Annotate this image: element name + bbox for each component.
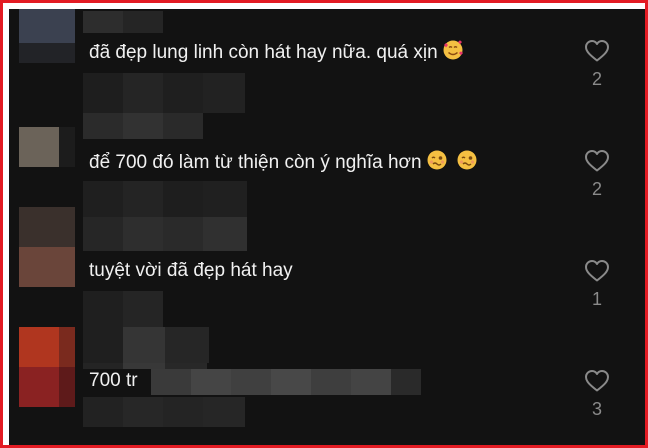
- comment-text-body: 700 tr: [89, 370, 138, 391]
- woozy-face-icon: [456, 149, 478, 178]
- like-count: 1: [591, 289, 602, 309]
- blurred-reply-preview: [83, 181, 247, 251]
- comment-text-body: tuyệt vời đã đẹp hát hay: [89, 260, 293, 281]
- like-button[interactable]: 1: [579, 259, 615, 309]
- like-button[interactable]: 2: [579, 39, 615, 89]
- comment-text-body: để 700 đó làm từ thiện còn ý nghĩa hơn: [89, 152, 422, 173]
- comment-text: để 700 đó làm từ thiện còn ý nghĩa hơn: [89, 149, 478, 178]
- like-count: 2: [591, 179, 602, 199]
- like-count: 3: [591, 399, 602, 419]
- blurred-reply-preview: [83, 397, 245, 427]
- smiling-face-with-hearts-icon: [442, 39, 464, 68]
- like-button[interactable]: 3: [579, 369, 615, 419]
- comment-text: 700 tr: [89, 369, 138, 393]
- like-count: 2: [591, 69, 602, 89]
- comment-list: đã đẹp lung linh còn hát hay nữa. quá xị…: [9, 9, 645, 445]
- comment-text: đã đẹp lung linh còn hát hay nữa. quá xị…: [89, 39, 464, 68]
- like-button[interactable]: 2: [579, 149, 615, 199]
- heart-icon: [585, 150, 609, 172]
- avatar[interactable]: [19, 9, 75, 63]
- avatar[interactable]: [19, 327, 75, 407]
- heart-icon: [585, 40, 609, 62]
- blurred-username: [83, 327, 209, 363]
- woozy-face-icon: [426, 149, 448, 178]
- blurred-text: [151, 369, 421, 395]
- avatar[interactable]: [19, 127, 75, 167]
- comment-text: tuyệt vời đã đẹp hát hay: [89, 259, 293, 283]
- heart-icon: [585, 260, 609, 282]
- blurred-reply-preview: [83, 73, 245, 113]
- blurred-username: [83, 11, 163, 33]
- blurred-username: [83, 113, 203, 139]
- comment-text-body: đã đẹp lung linh còn hát hay nữa. quá xị…: [89, 42, 438, 63]
- highlight-frame: đã đẹp lung linh còn hát hay nữa. quá xị…: [0, 0, 648, 448]
- heart-icon: [585, 370, 609, 392]
- avatar[interactable]: [19, 207, 75, 287]
